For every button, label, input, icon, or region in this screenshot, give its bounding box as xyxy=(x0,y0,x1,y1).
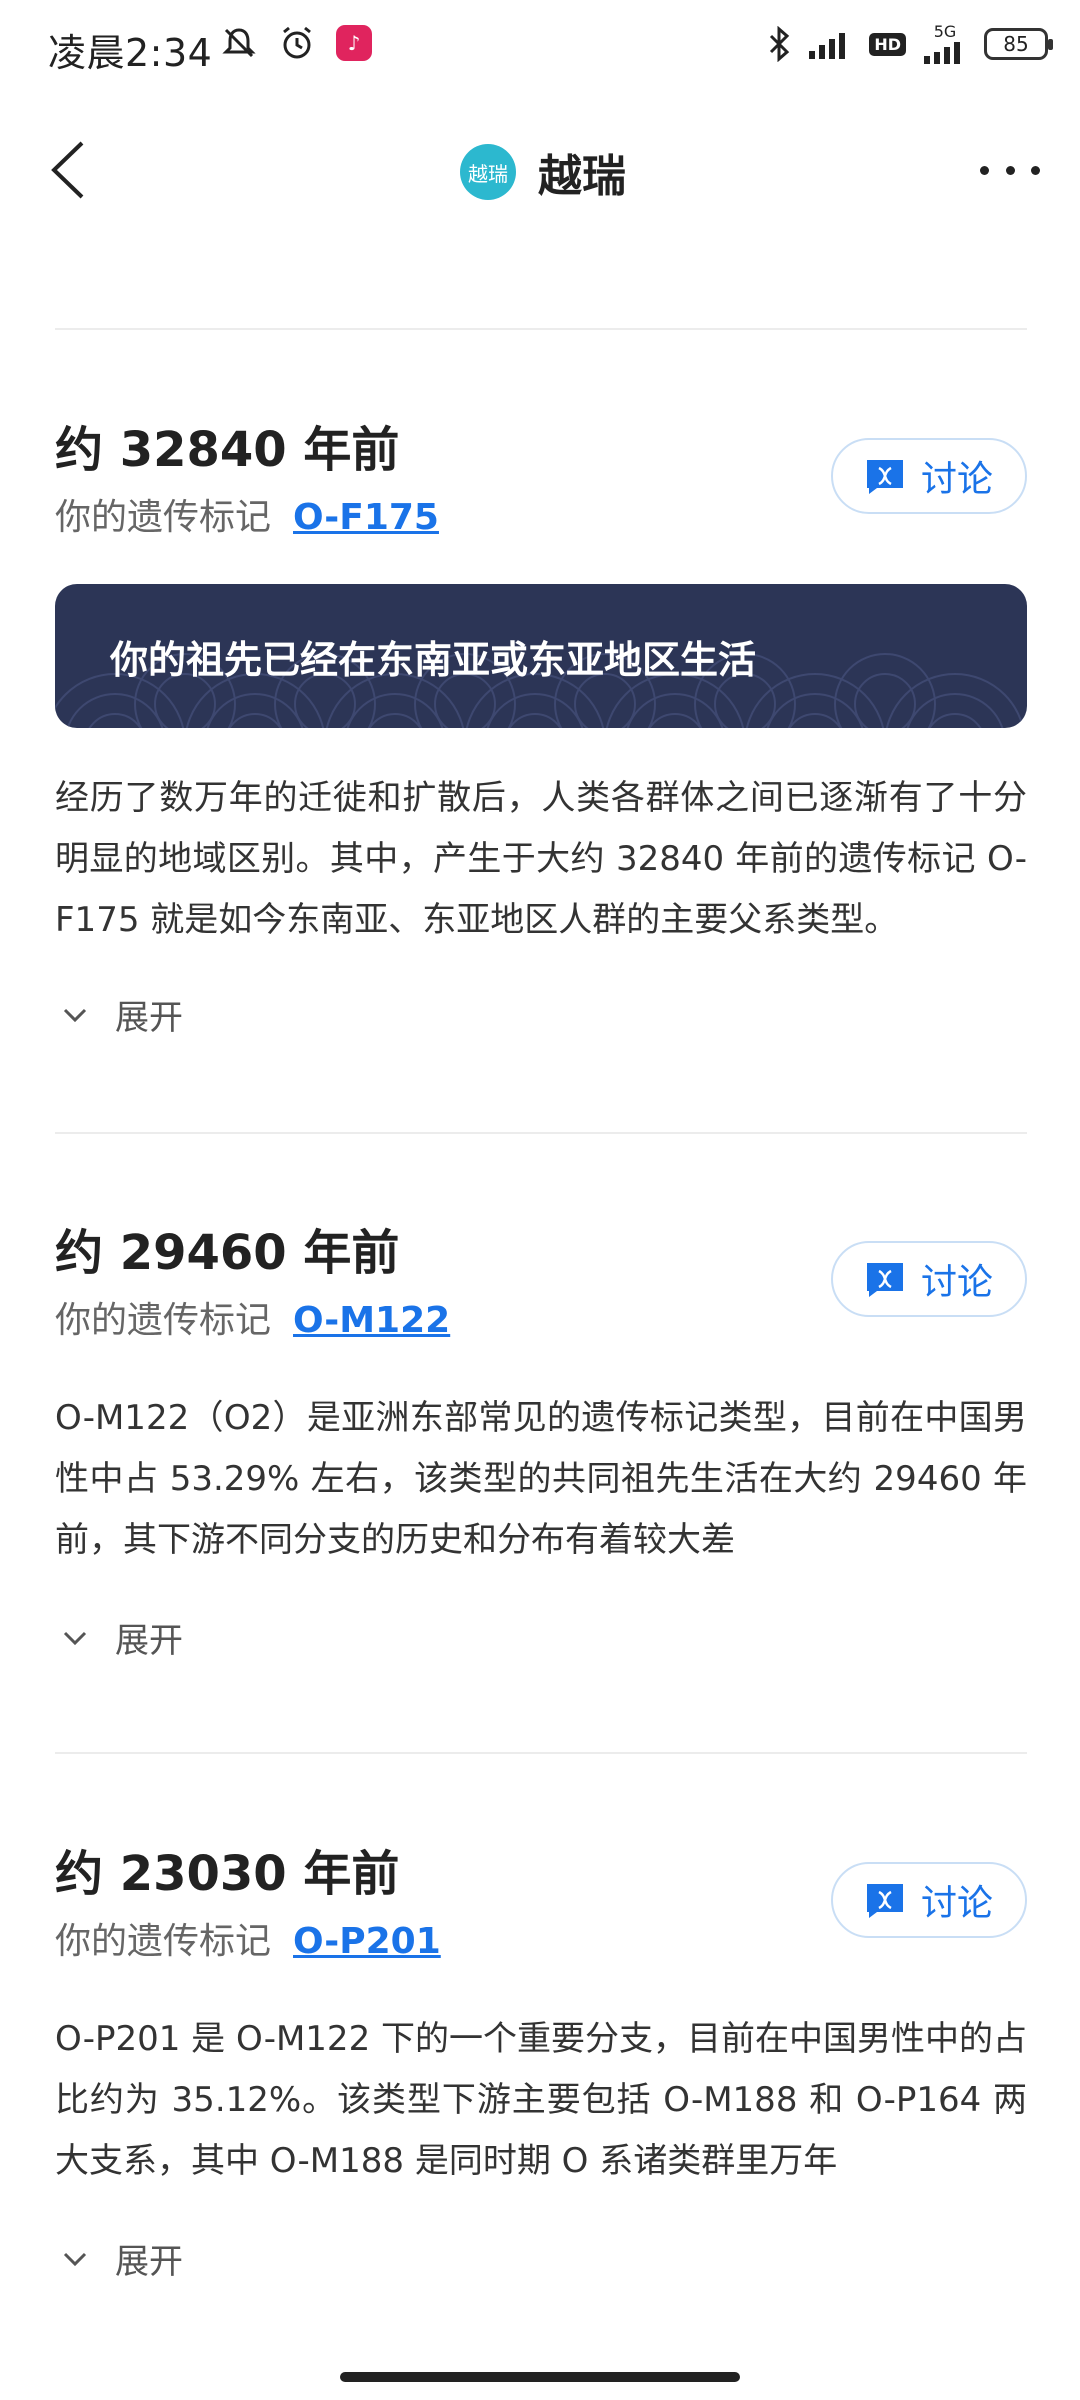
page-title: 越瑞 xyxy=(538,151,626,202)
marker-link[interactable]: O-M122 xyxy=(293,1300,450,1341)
expand-label: 展开 xyxy=(115,1621,183,1661)
divider xyxy=(55,1752,1027,1754)
chevron-down-icon xyxy=(63,1631,87,1645)
banner-text: 你的祖先已经在东南亚或东亚地区生活 xyxy=(110,638,757,682)
chevron-down-icon xyxy=(63,2252,87,2266)
marker-label: 你的遗传标记 xyxy=(55,1921,272,1962)
discuss-button[interactable]: 讨论 xyxy=(831,1241,1027,1317)
section-year: 约 23030 年前 xyxy=(55,1846,400,1902)
tiktok-app-icon: ♪ xyxy=(336,25,372,61)
battery-indicator: 85 xyxy=(984,28,1053,60)
home-indicator[interactable] xyxy=(340,2372,740,2382)
hd-badge: HD xyxy=(869,32,906,56)
discuss-icon xyxy=(866,1884,903,1918)
network-indicator: 5G xyxy=(922,24,968,64)
discuss-icon xyxy=(866,460,903,494)
expand-button[interactable]: 展开 xyxy=(55,2234,183,2283)
chevron-down-icon xyxy=(63,1008,87,1022)
marker-row: 你的遗传标记 O-M122 xyxy=(55,1291,450,1343)
marker-link[interactable]: O-F175 xyxy=(293,497,439,538)
marker-label: 你的遗传标记 xyxy=(55,1300,272,1341)
alarm-icon xyxy=(283,26,311,59)
more-dot-icon xyxy=(1031,165,1040,175)
section-year: 约 29460 年前 xyxy=(55,1225,400,1281)
expand-button[interactable]: 展开 xyxy=(55,1613,183,1662)
expand-button[interactable]: 展开 xyxy=(55,990,183,1039)
timeline-section-2: 约 29460 年前 你的遗传标记 O-M122 讨论 O-M122（O2）是亚… xyxy=(55,1213,1027,1683)
status-left-icons: ♪ xyxy=(220,24,372,62)
section-year: 约 32840 年前 xyxy=(55,422,400,478)
expand-label: 展开 xyxy=(115,2242,183,2282)
discuss-button[interactable]: 讨论 xyxy=(831,438,1027,514)
app-header: 越瑞 越瑞 xyxy=(0,100,1080,240)
section-body: O-P201 是 O-M122 下的一个重要分支，目前在中国男性中的占比约为 3… xyxy=(55,2019,1027,2181)
marker-row: 你的遗传标记 O-F175 xyxy=(55,488,439,540)
more-dot-icon xyxy=(980,165,989,175)
status-time: 凌晨2:34 xyxy=(48,31,213,75)
header-title-group: 越瑞 越瑞 xyxy=(460,140,626,204)
network-type: 5G xyxy=(933,22,957,41)
signal-5g-icon xyxy=(924,42,960,64)
discuss-label: 讨论 xyxy=(920,1262,993,1303)
discuss-icon xyxy=(866,1263,903,1297)
timeline-section-3: 约 23030 年前 你的遗传标记 O-P201 讨论 O-P201 是 O-M… xyxy=(55,1834,1027,2304)
more-options-button[interactable] xyxy=(980,155,1040,185)
marker-row: 你的遗传标记 O-P201 xyxy=(55,1912,441,1964)
marker-label: 你的遗传标记 xyxy=(55,497,272,538)
section-body: 经历了数万年的迁徙和扩散后，人类各群体之间已逐渐有了十分明显的地域区别。其中，产… xyxy=(55,778,1027,940)
status-bar: 凌晨2:34 ♪ HD 5G 85 xyxy=(0,0,1080,100)
divider xyxy=(55,1132,1027,1134)
discuss-label: 讨论 xyxy=(920,459,993,500)
signal-icon xyxy=(809,33,846,59)
brand-logo: 越瑞 xyxy=(460,144,516,200)
discuss-label: 讨论 xyxy=(920,1883,993,1924)
section-body: O-M122（O2）是亚洲东部常见的遗传标记类型，目前在中国男性中占 53.29… xyxy=(55,1398,1027,1560)
more-dot-icon xyxy=(1005,165,1015,175)
bluetooth-icon xyxy=(770,26,790,62)
section-banner: 你的祖先已经在东南亚或东亚地区生活 xyxy=(55,584,1027,728)
divider xyxy=(55,328,1027,330)
expand-label: 展开 xyxy=(115,998,183,1038)
back-button[interactable] xyxy=(40,135,100,205)
timeline-section-1: 约 32840 年前 你的遗传标记 O-F175 讨论 你的祖先已经在东南亚或东… xyxy=(55,410,1027,1050)
status-right-icons: HD 5G 85 xyxy=(767,24,1053,64)
marker-link[interactable]: O-P201 xyxy=(293,1921,441,1962)
discuss-button[interactable]: 讨论 xyxy=(831,1862,1027,1938)
mute-icon xyxy=(222,28,256,58)
